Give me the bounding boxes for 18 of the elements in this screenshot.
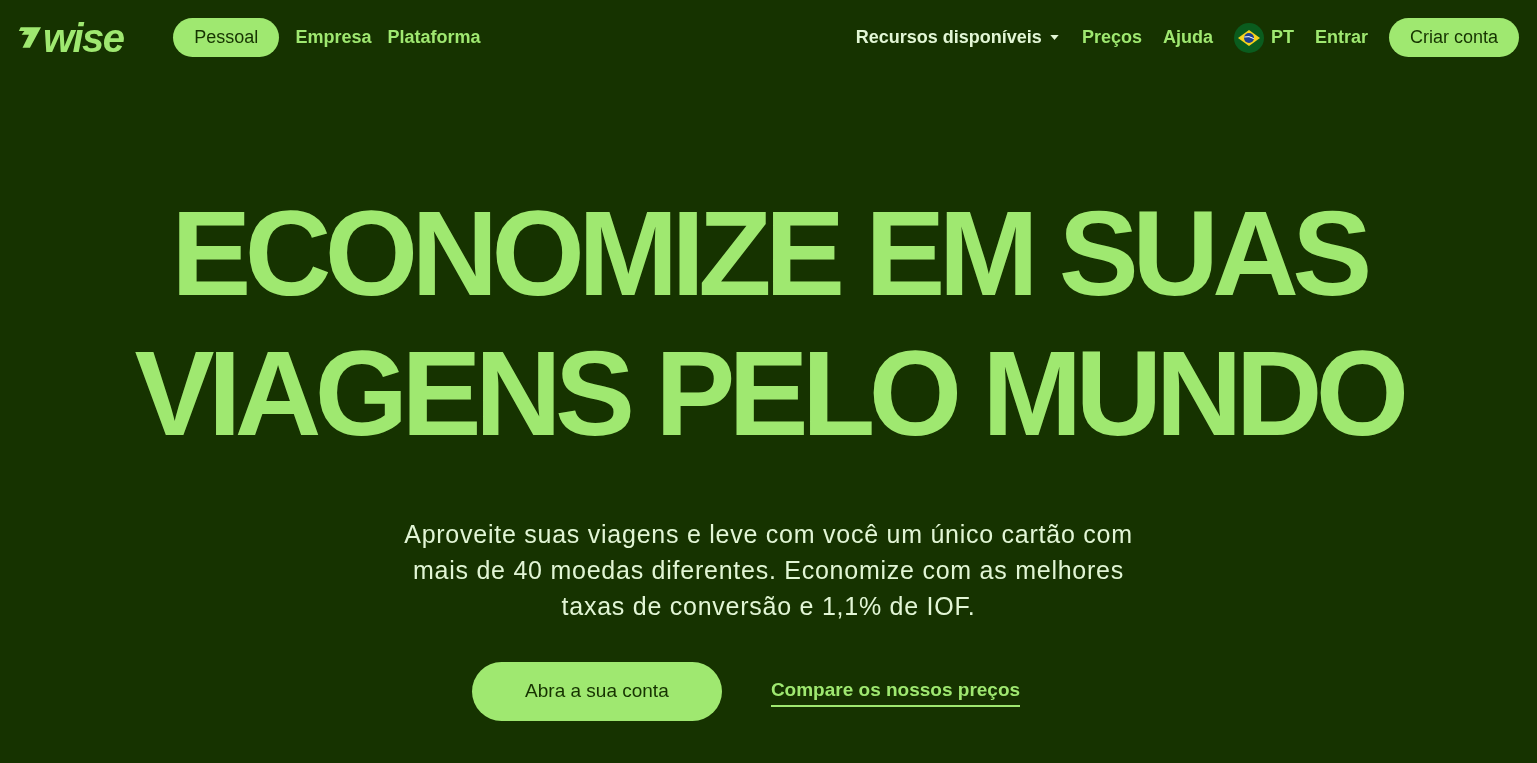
logo-wordmark: wise [43,17,124,58]
resources-dropdown[interactable]: Recursos disponíveis [853,18,1061,57]
nav-tab[interactable]: Plataforma [387,18,481,57]
nav-link[interactable]: Entrar [1314,18,1368,57]
brazil-flag-icon [1233,22,1264,53]
nav-link[interactable]: Preços [1081,18,1142,57]
create-account-button[interactable]: Criar conta [1388,18,1519,57]
open-account-button[interactable]: Abra a sua conta [471,662,722,721]
nav-tab[interactable]: Pessoal [173,18,280,57]
caret-down-icon [1049,35,1059,40]
wise-logo[interactable]: wise [17,17,124,58]
hero-description: Aproveite suas viagens e leve com você um único cartão com mais de 40 moedas diferentes. Economize com as melhores taxas de conversão e 1,1% de IOF. [403,519,1134,622]
nav-link[interactable]: Ajuda [1162,18,1213,57]
hero-headline: ECONOMIZE EM SUAS VIAGENS PELO MUNDO [133,185,1404,462]
nav-tab[interactable]: Empresa [295,18,372,57]
language-selector[interactable]: PT [1233,18,1294,57]
logo-flag-icon [17,27,41,48]
compare-prices-link[interactable]: Compare os nossos preços [770,675,1021,708]
